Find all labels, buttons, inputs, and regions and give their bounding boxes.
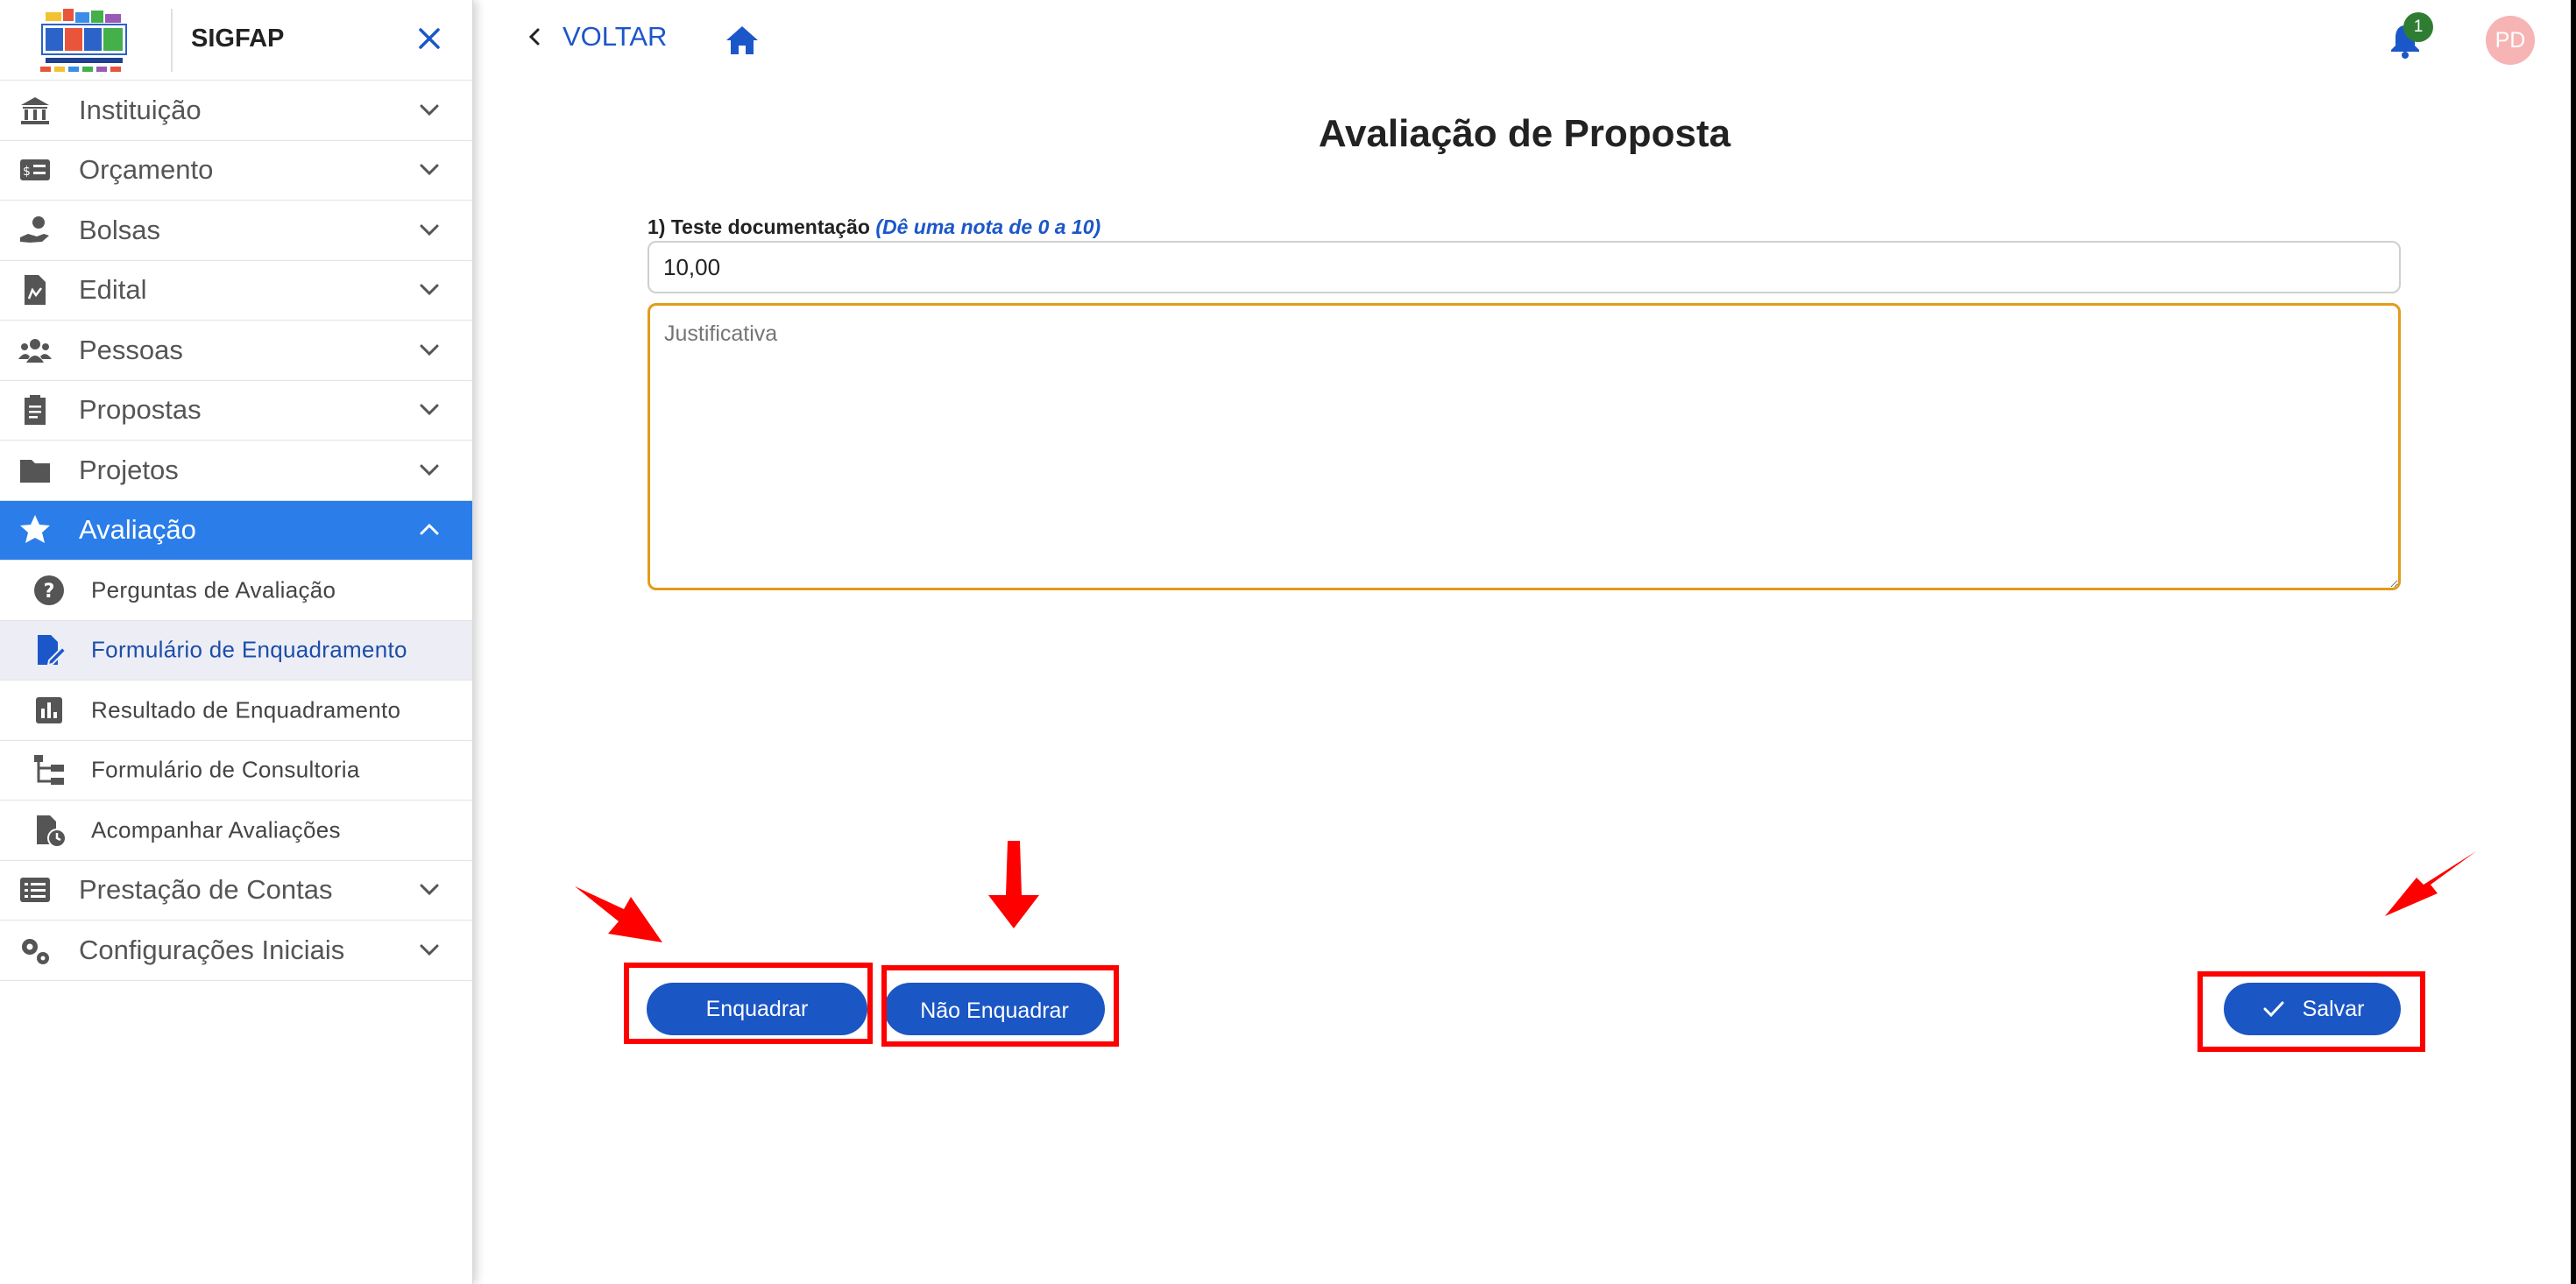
avatar[interactable]: PD <box>2486 16 2535 65</box>
chevron-up-icon <box>420 524 439 535</box>
chevron-down-icon <box>420 284 439 296</box>
bank-icon <box>21 96 49 124</box>
sidebar-item-label: Pessoas <box>79 334 183 365</box>
sidebar-item-label: Projetos <box>79 454 179 485</box>
highlight-enquadrar <box>624 963 873 1044</box>
chevron-down-icon <box>420 404 439 416</box>
sidebar-item-label: Propostas <box>79 394 202 426</box>
annotation-arrow-nao-enquadrar <box>988 841 1039 928</box>
submenu-item-formulario-enquadramento[interactable]: Formulário de Enquadramento <box>0 620 472 681</box>
sidebar-item-label: Prestação de Contas <box>79 874 333 906</box>
svg-text:$: $ <box>23 165 31 179</box>
sidebar-item-configuracoes[interactable]: Configurações Iniciais <box>0 921 472 981</box>
sidebar-item-label: Configurações Iniciais <box>79 934 345 965</box>
sidebar-item-label: Orçamento <box>79 154 214 186</box>
chevron-down-icon <box>420 464 439 476</box>
submenu-item-label: Formulário de Enquadramento <box>91 636 407 663</box>
app-window: SIGFAP Instituição $ Orçamento Bolsas Ed… <box>0 0 2576 1284</box>
back-button[interactable]: VOLTAR <box>522 21 667 53</box>
money-card-icon: $ <box>20 159 50 181</box>
header-divider <box>171 9 173 72</box>
star-icon <box>20 515 50 544</box>
question-text: 1) Teste documentação <box>648 215 870 238</box>
question-label: 1) Teste documentação (Dê uma nota de 0 … <box>648 215 1100 239</box>
document-icon <box>25 275 46 306</box>
chevron-down-icon <box>420 224 439 236</box>
justification-textarea[interactable] <box>648 303 2401 590</box>
chevron-down-icon <box>420 884 439 896</box>
submenu-item-label: Acompanhar Avaliações <box>91 816 341 843</box>
submenu-item-label: Perguntas de Avaliação <box>91 576 336 603</box>
list-icon <box>20 878 50 903</box>
chevron-left-icon <box>528 28 540 46</box>
document-clock-icon <box>37 815 67 848</box>
submenu-item-label: Resultado de Enquadramento <box>91 696 401 723</box>
sidebar-item-label: Avaliação <box>79 514 196 546</box>
score-input[interactable] <box>648 241 2401 293</box>
back-label: VOLTAR <box>563 21 668 52</box>
close-icon[interactable] <box>412 21 447 56</box>
home-icon[interactable] <box>723 21 761 60</box>
tree-structure-icon <box>34 755 64 786</box>
sidebar-item-orcamento[interactable]: $ Orçamento <box>0 141 472 201</box>
chevron-down-icon <box>420 944 439 956</box>
sidebar-item-avaliacao[interactable]: Avaliação <box>0 500 472 561</box>
submenu-item-perguntas[interactable]: ? Perguntas de Avaliação <box>0 561 472 621</box>
chevron-down-icon <box>420 104 439 116</box>
notification-badge: 1 <box>2403 12 2433 42</box>
edit-document-icon <box>38 635 67 667</box>
chevron-down-icon <box>420 164 439 176</box>
sidebar-item-propostas[interactable]: Propostas <box>0 381 472 441</box>
ledes-logo <box>40 9 127 72</box>
chevron-down-icon <box>420 344 439 356</box>
submenu-item-label: Formulário de Consultoria <box>91 756 360 783</box>
sidebar-menu: Instituição $ Orçamento Bolsas Edital Pe… <box>0 81 472 981</box>
submenu-item-acompanhar[interactable]: Acompanhar Avaliações <box>0 801 472 861</box>
app-title: SIGFAP <box>191 25 285 53</box>
top-bar: VOLTAR 1 PD <box>473 0 2571 81</box>
sidebar-item-label: Edital <box>79 274 147 306</box>
svg-text:?: ? <box>44 581 55 603</box>
question-circle-icon: ? <box>34 575 64 605</box>
highlight-salvar <box>2197 971 2425 1052</box>
sidebar-header: SIGFAP <box>0 0 472 81</box>
page-title: Avaliação de Proposta <box>1318 112 1731 155</box>
sidebar-item-edital[interactable]: Edital <box>0 261 472 321</box>
sidebar: SIGFAP Instituição $ Orçamento Bolsas Ed… <box>0 0 473 1284</box>
clipboard-icon <box>25 395 46 426</box>
sidebar-item-pessoas[interactable]: Pessoas <box>0 321 472 381</box>
gears-icon <box>22 938 49 964</box>
annotation-arrow-enquadrar <box>575 886 662 942</box>
submenu-item-formulario-consultoria[interactable]: Formulário de Consultoria <box>0 741 472 801</box>
sidebar-item-projetos[interactable]: Projetos <box>0 441 472 501</box>
question-hint: (Dê uma nota de 0 a 10) <box>875 215 1101 238</box>
sidebar-item-instituicao[interactable]: Instituição <box>0 81 472 141</box>
people-icon <box>18 338 52 363</box>
hand-coin-icon <box>20 215 49 243</box>
sidebar-item-label: Bolsas <box>79 214 161 245</box>
folder-icon <box>20 459 50 483</box>
sidebar-item-prestacao-contas[interactable]: Prestação de Contas <box>0 861 472 921</box>
sidebar-item-bolsas[interactable]: Bolsas <box>0 201 472 261</box>
bar-chart-icon <box>36 696 62 723</box>
sidebar-item-label: Instituição <box>79 94 202 125</box>
highlight-nao-enquadrar <box>881 965 1119 1047</box>
annotation-arrow-salvar <box>2385 851 2476 916</box>
submenu-item-resultado-enquadramento[interactable]: Resultado de Enquadramento <box>0 681 472 741</box>
